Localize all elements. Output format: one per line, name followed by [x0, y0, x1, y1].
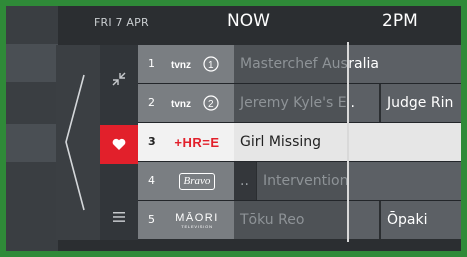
programme-cell-continued[interactable]: Masterchef Australia — [347, 45, 461, 83]
programme-cell[interactable]: Intervention — [257, 162, 347, 200]
guide-side-icons — [100, 45, 138, 240]
menu-button[interactable] — [100, 197, 138, 236]
channel-row-5[interactable]: 5 MĀORI TELEVISION — [138, 201, 234, 239]
channel-number: 3 — [148, 135, 156, 148]
svg-text:tvnz: tvnz — [171, 99, 191, 110]
programme-cell-continued[interactable]: Jeremy Kyle's E... — [347, 84, 379, 122]
channel-number: 4 — [148, 174, 155, 187]
svg-text:2: 2 — [208, 99, 214, 110]
channel-row-1[interactable]: 1 tvnz 1 — [138, 45, 234, 83]
channel-row-4[interactable]: 4 Bravo — [138, 162, 234, 200]
backdrop — [6, 6, 58, 251]
tvnz1-logo: tvnz 1 — [166, 53, 228, 75]
programme-cell[interactable]: Judge Rin — [380, 84, 461, 122]
channel-number: 5 — [148, 213, 155, 226]
maori-tv-logo: MĀORI TELEVISION — [175, 211, 219, 229]
channel-number: 1 — [148, 57, 155, 70]
tvnz2-logo: tvnz 2 — [166, 92, 228, 114]
programme-cell[interactable]: Masterchef Australia — [234, 45, 347, 83]
back-button[interactable] — [56, 45, 101, 240]
channel-row-2[interactable]: 2 tvnz 2 — [138, 84, 234, 122]
svg-text:1: 1 — [208, 60, 214, 71]
hamburger-menu-icon — [113, 211, 125, 222]
collapse-arrows-icon[interactable] — [100, 59, 138, 98]
favourites-button[interactable] — [100, 125, 138, 164]
three-logo: +HR=E — [174, 134, 220, 150]
programme-cell[interactable]: .. — [234, 162, 256, 200]
svg-text:tvnz: tvnz — [171, 60, 191, 71]
guide-header: FRI 7 APR NOW 2PM — [6, 6, 461, 38]
programme-cell-continued[interactable]: Intervention — [347, 162, 461, 200]
chevron-left-icon — [65, 74, 85, 211]
programme-cell[interactable]: Tōku Reo — [234, 201, 347, 239]
heart-icon — [112, 138, 126, 150]
programme-cell-selected[interactable]: Girl Missing — [234, 123, 461, 161]
programme-cell[interactable]: Ōpaki — [380, 201, 461, 239]
programme-cell[interactable]: Jeremy Kyle's E... — [234, 84, 347, 122]
now-time-label: NOW — [227, 11, 270, 31]
channel-row-3[interactable]: 3 +HR=E — [138, 123, 234, 161]
time-slot-2pm: 2PM — [382, 11, 418, 31]
date-label: FRI 7 APR — [94, 16, 149, 29]
bravo-logo: Bravo — [166, 170, 228, 192]
now-time-marker — [347, 42, 349, 242]
programme-cell-continued[interactable] — [347, 201, 379, 239]
channel-number: 2 — [148, 96, 155, 109]
tv-guide-frame: FRI 7 APR NOW 2PM 1 tvnz 1 2 tvnz 2 3 +H… — [0, 0, 467, 257]
